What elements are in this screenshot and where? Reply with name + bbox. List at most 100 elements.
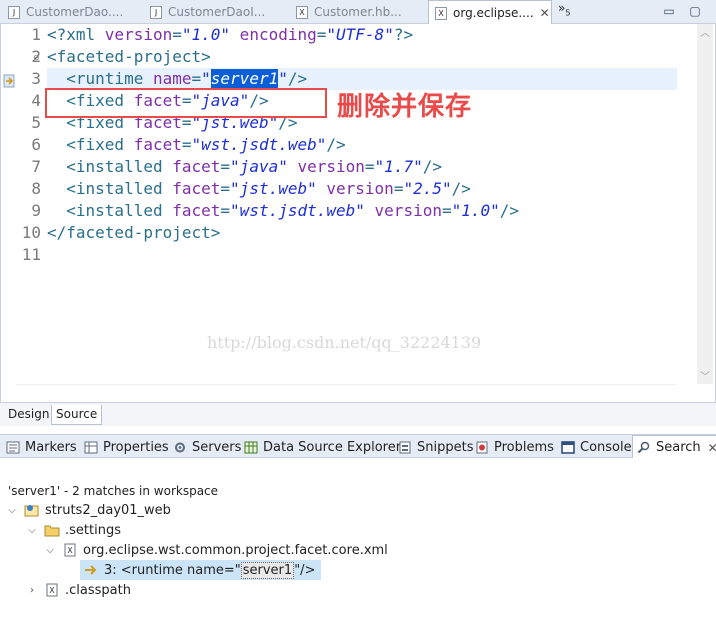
match-text: 3: <runtime name=" server1 "/> xyxy=(104,561,316,579)
chevron-down-icon[interactable]: ⌵ xyxy=(6,505,18,516)
problems-icon xyxy=(475,441,489,454)
search-icon xyxy=(637,441,651,454)
tab-servers[interactable]: Servers xyxy=(173,435,241,459)
code-line-1: <?xml version="1.0" encoding="UTF-8"?> xyxy=(47,25,414,44)
line-number: 8 xyxy=(31,179,41,198)
tree-label: .classpath xyxy=(65,582,131,598)
line-number-ruler: 1 2 3 4 5 6 7 8 9 10 11 ⊖ xyxy=(1,24,47,384)
console-icon xyxy=(561,440,575,454)
view-tab-bar: Markers Properties Servers Data Source E… xyxy=(0,434,716,459)
editor-tab-org-eclipse[interactable]: X org.eclipse.... ✕ xyxy=(428,0,552,25)
editor-tab-customerdao[interactable]: J CustomerDao.... xyxy=(2,0,144,24)
tab-design[interactable]: Design xyxy=(4,405,53,425)
code-line-9: <installed facet="wst.jsdt.web" version=… xyxy=(47,201,520,220)
xml-file-icon: X xyxy=(62,543,78,557)
tree-item-match[interactable]: 3: <runtime name=" server1 "/> xyxy=(80,560,322,580)
chevron-right-icon[interactable]: › xyxy=(26,585,38,596)
maximize-icon[interactable]: ▢ xyxy=(686,3,704,19)
selected-text: server1 xyxy=(210,69,279,88)
tab-overflow-button[interactable]: »5 xyxy=(558,1,570,17)
tree-label: org.eclipse.wst.common.project.facet.cor… xyxy=(83,542,388,558)
chevron-down-icon[interactable]: ⌵ xyxy=(44,545,56,556)
watermark: http://blog.csdn.net/qq_32224139 xyxy=(207,333,482,352)
tree-item-folder[interactable]: ⌵ .settings xyxy=(26,520,121,540)
markers-icon xyxy=(6,441,20,454)
line-number: 7 xyxy=(31,157,41,176)
code-area[interactable]: <?xml version="1.0" encoding="UTF-8"?> <… xyxy=(47,24,679,384)
annotation-box xyxy=(45,88,327,118)
tab-search[interactable]: Search ✕ xyxy=(632,435,716,459)
search-results-panel: 'server1' - 2 matches in workspace ⌵ str… xyxy=(0,458,716,617)
line-number: 5 xyxy=(31,113,41,132)
code-line-2: <faceted-project> xyxy=(47,47,211,66)
eclipse-window: J CustomerDao.... J CustomerDaoI... X Cu… xyxy=(0,0,716,617)
editor-tab-customer-hbm[interactable]: X Customer.hb... xyxy=(290,0,426,24)
code-line-3: <runtime name="server1"/> xyxy=(47,69,308,88)
xml-file-icon: X xyxy=(44,583,60,597)
tab-markers[interactable]: Markers xyxy=(6,435,77,459)
scroll-down-icon[interactable]: ﹀ xyxy=(697,368,713,384)
close-icon[interactable]: ✕ xyxy=(708,441,716,455)
tree-label: .settings xyxy=(65,522,121,538)
code-line-8: <installed facet="jst.web" version="2.5"… xyxy=(47,179,471,198)
minimize-icon[interactable]: ▭ xyxy=(660,3,678,19)
tab-problems[interactable]: Problems xyxy=(475,435,554,459)
tab-label: Servers xyxy=(192,439,242,455)
search-summary: 'server1' - 2 matches in workspace xyxy=(8,484,219,498)
snippets-icon xyxy=(398,441,412,454)
annotation-text: 删除并保存 xyxy=(337,92,473,122)
editor-tab-bar: J CustomerDao.... J CustomerDaoI... X Cu… xyxy=(0,0,716,25)
xml-file-icon: X xyxy=(296,5,308,19)
tab-label: Markers xyxy=(25,439,77,455)
line-number: 9 xyxy=(31,201,41,220)
tab-label: Properties xyxy=(103,439,169,455)
code-line-7: <installed facet="java" version="1.7"/> xyxy=(47,157,442,176)
svg-text:X: X xyxy=(49,586,55,595)
java-file-icon: J xyxy=(150,5,162,19)
scroll-up-icon[interactable]: ︿ xyxy=(697,24,713,40)
tree-label: struts2_day01_web xyxy=(45,502,171,518)
chevron-down-icon[interactable]: ⌵ xyxy=(26,525,38,536)
line-number: 6 xyxy=(31,135,41,154)
tab-source[interactable]: Source xyxy=(51,405,103,425)
close-icon[interactable]: ✕ xyxy=(540,6,550,20)
tab-label: Search xyxy=(656,440,701,455)
properties-icon xyxy=(84,441,98,454)
line-number: 1 xyxy=(31,25,41,44)
folder-icon xyxy=(44,523,60,537)
tree-item-classpath[interactable]: › X .classpath xyxy=(26,580,131,600)
match-arrow-icon xyxy=(83,563,99,577)
vertical-scrollbar[interactable]: ︿ ﹀ xyxy=(697,24,713,384)
tree-item-file[interactable]: ⌵ X org.eclipse.wst.common.project.facet… xyxy=(44,540,388,560)
java-file-icon: J xyxy=(8,5,20,19)
tab-label: Data Source Explorer xyxy=(263,439,402,455)
xml-editor[interactable]: 1 2 3 4 5 6 7 8 9 10 11 ⊖ <?xml version=… xyxy=(0,24,716,402)
data-source-icon xyxy=(244,441,258,454)
tree-item-project[interactable]: ⌵ struts2_day01_web xyxy=(6,500,171,520)
overflow-count: 5 xyxy=(565,8,571,18)
tab-data-source-explorer[interactable]: Data Source Explorer xyxy=(244,435,401,459)
line-number: 3 xyxy=(31,69,41,88)
code-line-6: <fixed facet="wst.jsdt.web"/> xyxy=(47,135,346,154)
line-number: 10 xyxy=(21,223,41,242)
tab-label: Console xyxy=(580,439,632,455)
tab-label: Snippets xyxy=(417,439,474,455)
tab-snippets[interactable]: Snippets xyxy=(398,435,473,459)
editor-tab-label: org.eclipse.... xyxy=(453,6,534,20)
editor-tab-label: CustomerDao.... xyxy=(26,5,124,19)
editor-tab-label: Customer.hb... xyxy=(314,5,402,19)
line-number: 11 xyxy=(21,245,41,264)
tab-label: Problems xyxy=(494,439,554,455)
editor-mode-tabs: Design Source xyxy=(0,402,716,426)
editor-tab-customerdaoi[interactable]: J CustomerDaoI... xyxy=(144,0,290,24)
svg-text:X: X xyxy=(67,546,73,555)
tab-properties[interactable]: Properties xyxy=(84,435,169,459)
line-number: 4 xyxy=(31,91,41,110)
code-line-10: </faceted-project> xyxy=(47,223,221,242)
editor-tab-label: CustomerDaoI... xyxy=(168,5,266,19)
tab-console[interactable]: Console xyxy=(561,435,632,459)
servers-icon xyxy=(173,441,187,454)
match-term: server1 xyxy=(240,561,295,579)
horizontal-scrollbar[interactable] xyxy=(16,384,676,402)
fold-collapse-icon[interactable]: ⊖ xyxy=(33,54,40,62)
